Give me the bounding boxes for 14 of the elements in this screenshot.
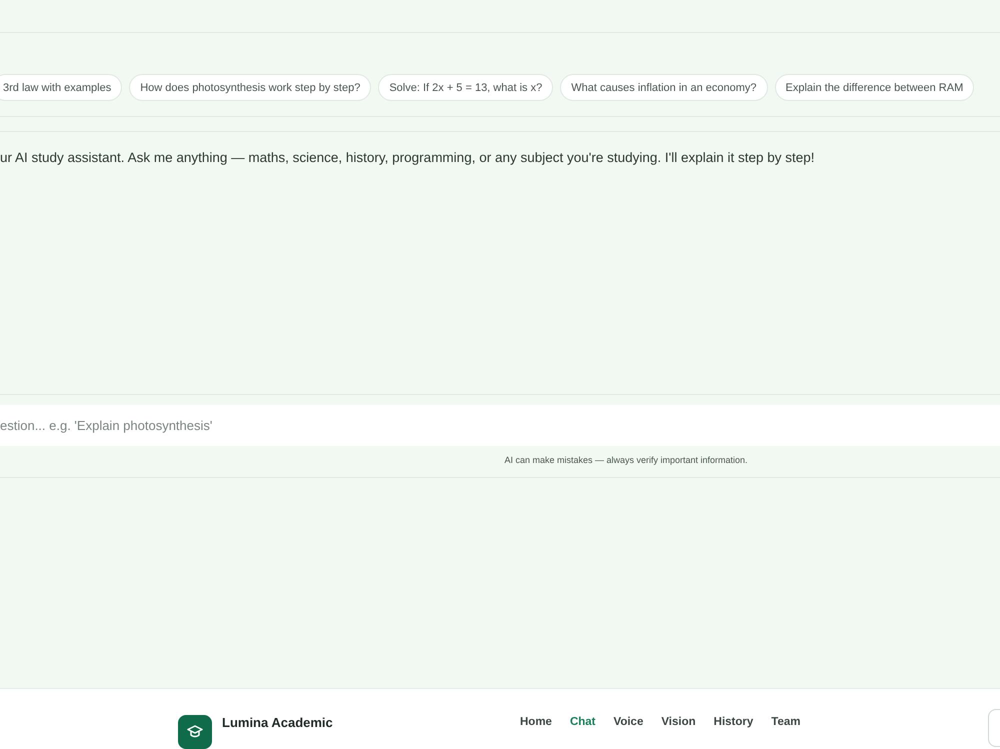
suggestion-chip[interactable]: 3rd law with examples <box>0 74 122 101</box>
suggestion-chip[interactable]: Solve: If 2x + 5 = 13, what is x? <box>378 74 554 101</box>
nav-link[interactable]: Vision <box>661 715 696 729</box>
suggestion-chip[interactable]: How does photosynthesis work step by step? <box>129 74 372 101</box>
nav-link[interactable]: History <box>714 715 754 729</box>
nav-link[interactable]: Voice <box>614 715 644 729</box>
nav-link[interactable]: Home <box>520 715 552 729</box>
brand-name: Lumina Academic <box>222 715 333 732</box>
suggestion-chip[interactable]: What causes inflation in an economy? <box>560 74 768 101</box>
disclaimer-text: AI can make mistakes — always verify important information. <box>504 455 748 465</box>
suggestion-chip[interactable]: Explain the difference between RAM <box>774 74 974 101</box>
nav-link[interactable]: Chat <box>570 715 596 729</box>
nav-link[interactable]: Team <box>771 715 800 729</box>
assistant-message: ur AI study assistant. Ask me anything — maths, science, history, programming, or any subject you're studying. I'll explain it step by step! <box>0 150 816 165</box>
